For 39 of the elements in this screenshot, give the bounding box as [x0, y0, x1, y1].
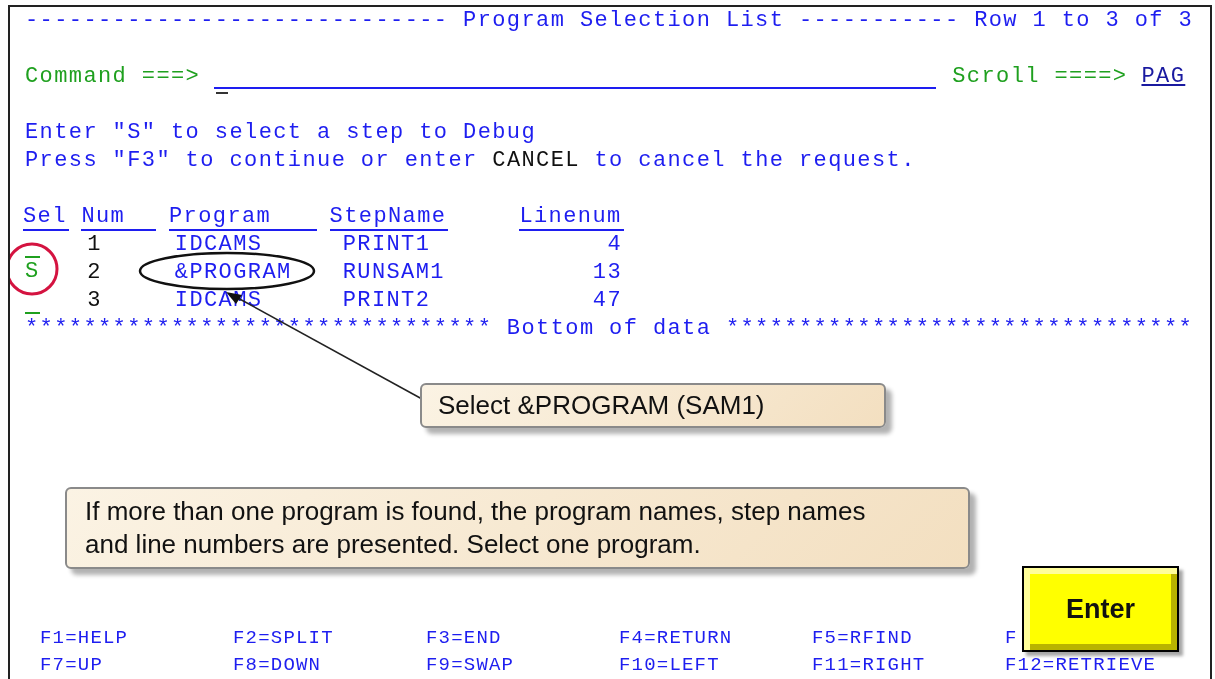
function-key-label[interactable]: F8=DOWN: [233, 652, 322, 679]
row-number: 1: [87, 232, 103, 258]
function-key-label[interactable]: F12=RETRIEVE: [1005, 652, 1157, 679]
step-name: RUNSAM1: [342, 260, 446, 286]
line-number: 13: [591, 260, 623, 286]
text-cursor: [216, 92, 229, 94]
callout-note: If more than one program is found, the program names, step names and line numbers are presented. Select one program.: [65, 487, 970, 569]
function-key-label[interactable]: F2=SPLIT: [233, 625, 334, 652]
function-key-label[interactable]: F10=LEFT: [619, 652, 720, 679]
instruction-text: Enter "S" to select a step to Debug: [25, 119, 537, 147]
row-number: 2: [87, 260, 103, 286]
line-number: 47: [591, 288, 623, 314]
panel-title: ----------------------------- Program Selection List ----------- Row 1 to 3 of 3: [25, 7, 1194, 35]
function-key-label[interactable]: F11=RIGHT: [812, 652, 926, 679]
callout-note: Select &PROGRAM (SAM1): [420, 383, 886, 428]
command-label: Command ===>: [25, 63, 201, 91]
instruction-text: Press "F3" to continue or enter CANCEL to cancel the request.: [25, 147, 916, 175]
step-name: PRINT2: [342, 288, 432, 314]
function-key-label[interactable]: F7=UP: [40, 652, 103, 679]
function-key-label[interactable]: F1=HELP: [40, 625, 129, 652]
column-header: Num: [81, 203, 157, 231]
column-header: Linenum: [519, 203, 624, 231]
function-key-label[interactable]: F5=RFIND: [812, 625, 913, 652]
function-key-label[interactable]: F4=RETURN: [619, 625, 733, 652]
step-name: PRINT1: [342, 232, 432, 258]
function-key-label[interactable]: F: [1005, 625, 1018, 652]
scroll-label: Scroll ====>: [952, 63, 1128, 91]
column-header: Sel: [23, 203, 69, 231]
scroll-amount-field[interactable]: PAG: [1141, 63, 1186, 91]
program-name: &PROGRAM: [174, 260, 293, 286]
function-key-label[interactable]: F9=SWAP: [426, 652, 515, 679]
line-number: 4: [606, 232, 623, 258]
row-number: 3: [87, 288, 103, 314]
column-header: StepName: [329, 203, 449, 231]
program-name: IDCAMS: [174, 232, 264, 258]
bottom-of-data-line: ******************************** Bottom of data ********************************: [25, 315, 1194, 343]
enter-key[interactable]: Enter: [1022, 566, 1179, 652]
function-key-label[interactable]: F3=END: [426, 625, 502, 652]
column-header: Program: [169, 203, 317, 231]
